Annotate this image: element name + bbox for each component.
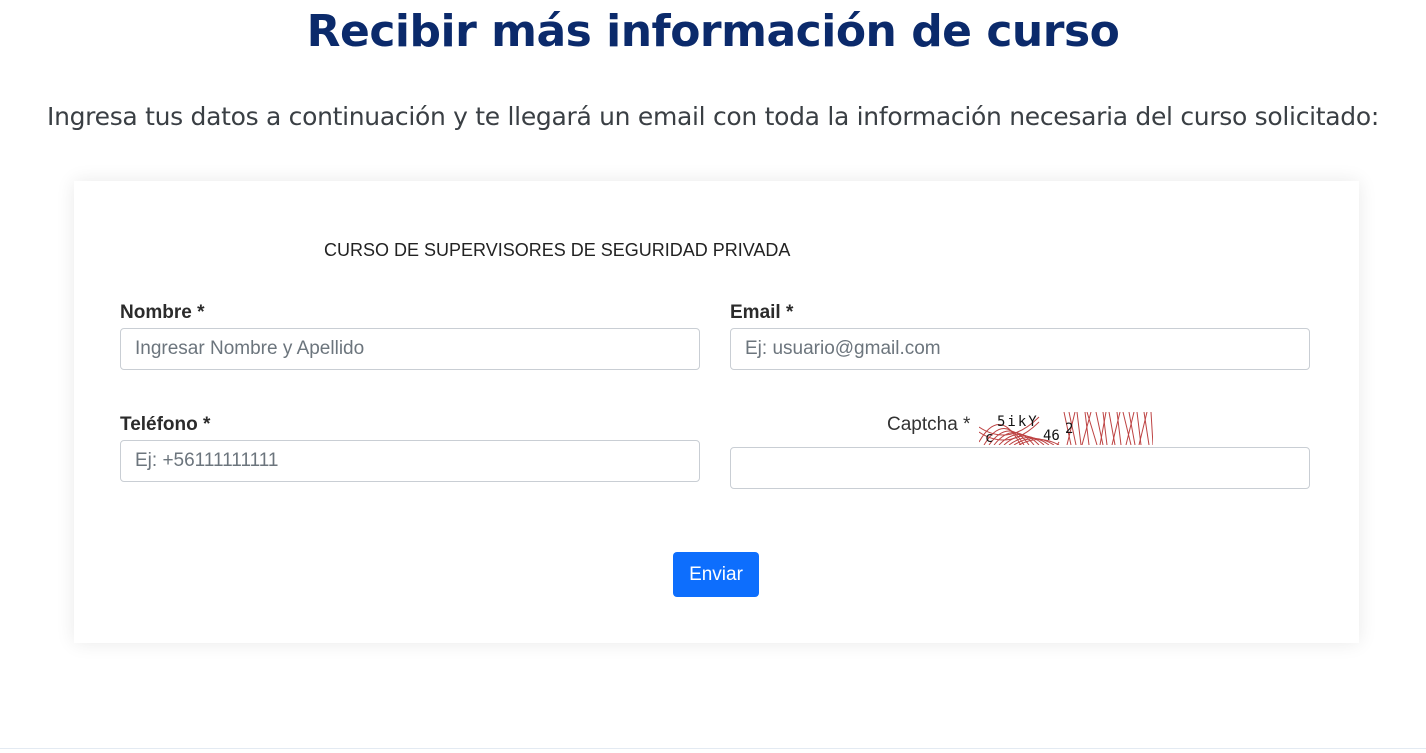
course-name: CURSO DE SUPERVISORES DE SEGURIDAD PRIVA… [324, 240, 791, 260]
email-label: Email * [730, 302, 794, 323]
page-divider [0, 748, 1426, 749]
svg-text:c: c [985, 430, 993, 445]
name-label: Nombre * [120, 302, 205, 323]
captcha-label: Captcha * [887, 414, 971, 435]
submit-button[interactable]: Enviar [673, 552, 759, 597]
email-input[interactable] [730, 328, 1310, 370]
phone-input[interactable] [120, 440, 700, 482]
captcha-input[interactable] [730, 447, 1310, 489]
name-input[interactable] [120, 328, 700, 370]
svg-text:5ikY: 5ikY [997, 414, 1039, 430]
phone-label: Teléfono * [120, 414, 211, 435]
svg-text:46: 46 [1043, 428, 1060, 444]
svg-text:2: 2 [1065, 421, 1073, 437]
page-title: Recibir más información de curso [306, 6, 1120, 57]
page-subtitle: Ingresa tus datos a continuación y te ll… [47, 102, 1379, 131]
info-request-form: CURSO DE SUPERVISORES DE SEGURIDAD PRIVA… [74, 181, 1359, 643]
captcha-image: c 5ikY 46 2 [979, 412, 1153, 445]
